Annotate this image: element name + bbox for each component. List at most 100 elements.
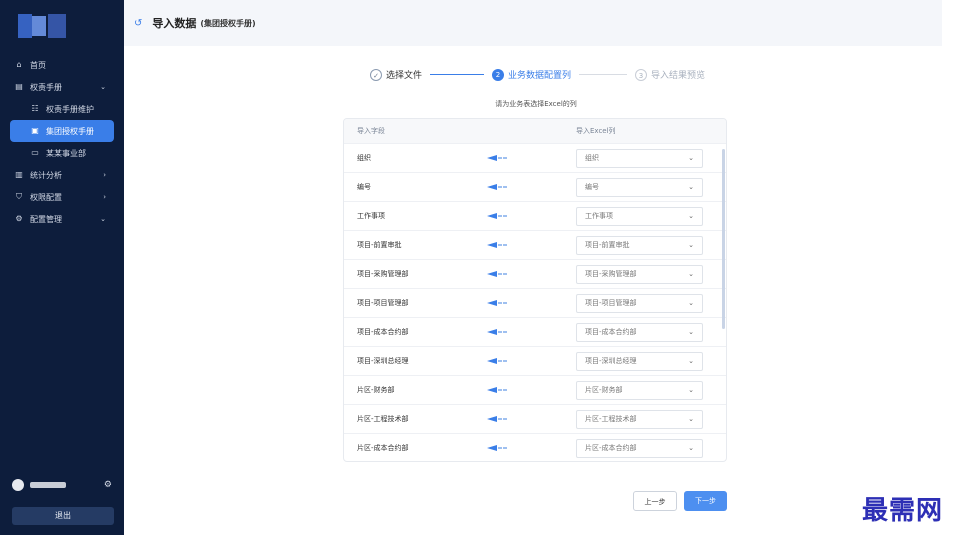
table-row: 项目-前置审批 项目-前置审批 ⌄ [344,230,726,259]
chevron-down-icon: ⌄ [688,444,694,452]
excel-column-select[interactable]: 项目-前置审批 ⌄ [576,235,703,255]
table-row: 项目-成本合约部 项目-成本合约部 ⌄ [344,317,726,346]
chevron-down-icon: ⌄ [688,212,694,220]
settings-icon[interactable]: ⚙ [104,480,112,490]
sidebar-item-home[interactable]: ⌂ 首页 [0,54,124,76]
back-icon[interactable]: ↺ [134,18,142,29]
chevron-down-icon: ⌄ [688,299,694,307]
mapping-arrow-icon [487,300,576,306]
step-config-columns: 2 业务数据配置列 [492,68,571,81]
select-value: 组织 [585,154,599,162]
excel-column-select[interactable]: 项目-采购管理部 ⌄ [576,264,703,284]
sidebar-item-label: 权限配置 [30,192,62,202]
page-header: ↺ 导入数据 (集团授权手册) [124,0,942,46]
select-value: 片区-财务部 [585,386,623,394]
sidebar: ⌂ 首页 ▤ 权责手册 ⌄ ☷ 权责手册维护 ▣ 集团授权手册 ▭ 某某事业部 … [0,0,124,535]
excel-column-select[interactable]: 组织 ⌄ [576,148,703,168]
logout-button[interactable]: 退出 [12,507,114,525]
sidebar-item-division[interactable]: ▭ 某某事业部 [0,142,124,164]
table-row: 项目-项目管理部 项目-项目管理部 ⌄ [344,288,726,317]
mapping-arrow-icon [487,445,576,451]
chevron-right-icon: › [103,171,106,179]
chevron-down-icon: ⌄ [688,357,694,365]
sidebar-item-permissions[interactable]: ⛉ 权限配置 › [0,186,124,208]
table-row: 项目-采购管理部 项目-采购管理部 ⌄ [344,259,726,288]
mapping-arrow-icon [487,213,576,219]
step-label: 选择文件 [386,71,423,81]
excel-column-select[interactable]: 工作事项 ⌄ [576,206,703,226]
sidebar-item-label: 权责手册 [30,82,62,92]
excel-column-select[interactable]: 项目-项目管理部 ⌄ [576,293,703,313]
chevron-down-icon: ⌄ [688,415,694,423]
sidebar-item-manual-maintain[interactable]: ☷ 权责手册维护 [0,98,124,120]
page-title: 导入数据 [152,17,197,30]
chevron-down-icon: ⌄ [688,328,694,336]
excel-column-select[interactable]: 项目-深圳总经理 ⌄ [576,351,703,371]
sidebar-item-group-manual[interactable]: ▣ 集团授权手册 [10,120,114,142]
field-name: 项目-前置审批 [357,241,402,249]
sidebar-item-label: 首页 [30,60,46,70]
table-row: 片区-工程技术部 片区-工程技术部 ⌄ [344,404,726,433]
mapping-arrow-icon [487,387,576,393]
excel-column-select[interactable]: 片区-财务部 ⌄ [576,380,703,400]
field-name: 组织 [357,154,371,162]
excel-column-select[interactable]: 片区-工程技术部 ⌄ [576,409,703,429]
prev-step-button[interactable]: 上一步 [633,491,677,511]
field-name: 项目-采购管理部 [357,270,409,278]
chevron-down-icon: ⌄ [688,270,694,278]
step-label: 导入结果预览 [651,71,706,81]
step-label: 业务数据配置列 [508,71,572,81]
field-name: 工作事项 [357,212,385,220]
sidebar-item-label: 权责手册维护 [46,104,94,114]
excel-column-select[interactable]: 片区-成本合约部 ⌄ [576,438,703,458]
mapping-arrow-icon [487,416,576,422]
gear-icon: ⚙ [15,214,23,223]
sidebar-item-label: 统计分析 [30,170,62,180]
book-icon: ▤ [15,82,23,91]
app-logo [18,14,68,38]
next-step-button[interactable]: 下一步 [684,491,727,511]
select-value: 项目-成本合约部 [585,328,637,336]
step-connector [430,74,485,75]
table-row: 工作事项 工作事项 ⌄ [344,201,726,230]
select-value: 项目-采购管理部 [585,270,637,278]
field-name: 项目-成本合约部 [357,328,409,336]
field-name: 片区-财务部 [357,386,395,394]
table-row: 项目-深圳总经理 项目-深圳总经理 ⌄ [344,346,726,375]
sidebar-item-statistics[interactable]: ▥ 统计分析 › [0,164,124,186]
avatar [12,479,24,491]
sidebar-menu: ⌂ 首页 ▤ 权责手册 ⌄ ☷ 权责手册维护 ▣ 集团授权手册 ▭ 某某事业部 … [0,54,124,230]
check-icon: ✓ [370,68,382,81]
table-row: 组织 组织 ⌄ [344,143,726,172]
sidebar-item-config[interactable]: ⚙ 配置管理 ⌄ [0,208,124,230]
select-value: 片区-工程技术部 [585,415,637,423]
sidebar-item-manual[interactable]: ▤ 权责手册 ⌄ [0,76,124,98]
select-value: 项目-深圳总经理 [585,357,637,365]
sidebar-item-label: 配置管理 [30,214,62,224]
mapping-table: 导入字段 导入Excel列 组织 组织 ⌄ 编号 编号 ⌄ 工作事项 工作事项 ⌄ 项目-前置审批… [343,118,727,462]
excel-column-select[interactable]: 项目-成本合约部 ⌄ [576,322,703,342]
select-value: 工作事项 [585,212,613,220]
step-select-file: ✓ 选择文件 [370,68,422,81]
scrollbar[interactable] [722,149,725,329]
select-value: 项目-前置审批 [585,241,630,249]
doc-icon: ▣ [31,126,39,135]
table-row: 片区-成本合约部 片区-成本合约部 ⌄ [344,433,726,461]
table-header: 导入字段 导入Excel列 [344,119,726,143]
field-name: 项目-深圳总经理 [357,357,409,365]
sidebar-item-label: 某某事业部 [46,148,86,158]
excel-column-select[interactable]: 编号 ⌄ [576,177,703,197]
shield-icon: ⛉ [16,192,22,201]
chevron-down-icon: ⌄ [100,215,106,223]
chevron-down-icon: ⌄ [688,386,694,394]
user-name-blurred [30,482,66,488]
user-profile[interactable]: ⚙ [12,477,116,493]
mapping-arrow-icon [487,184,576,190]
mapping-arrow-icon [487,358,576,364]
chevron-right-icon: › [103,193,106,201]
step-number: 3 [635,68,648,81]
table-row: 片区-财务部 片区-财务部 ⌄ [344,375,726,404]
list-icon: ☷ [31,104,39,113]
chart-icon: ▥ [15,170,23,179]
chevron-down-icon: ⌄ [688,183,694,191]
